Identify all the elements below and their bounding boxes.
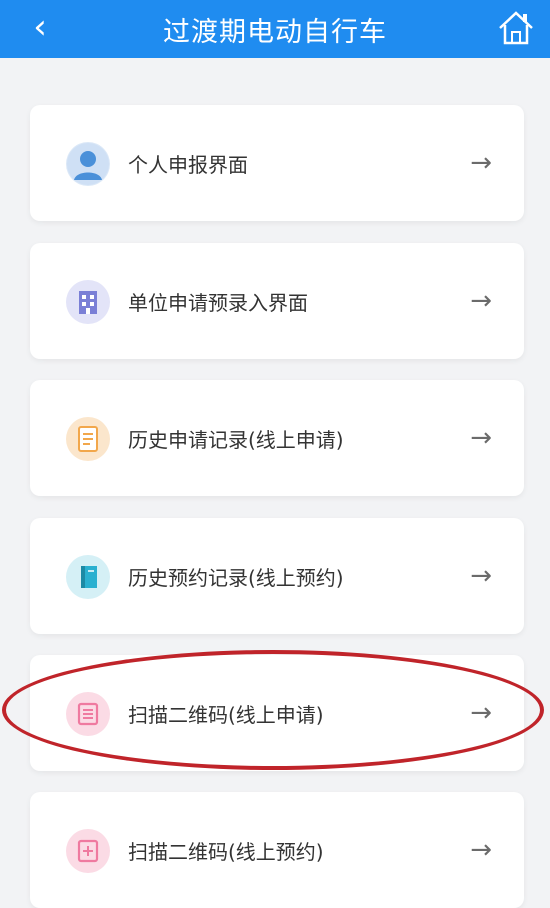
menu-item-label: 扫描二维码(线上预约)	[128, 839, 324, 864]
arrow-right-icon: →	[470, 148, 492, 178]
app-header: ‹ 过渡期电动自行车	[0, 0, 550, 58]
menu-item-label: 历史预约记录(线上预约)	[128, 565, 344, 590]
arrow-right-icon: →	[470, 835, 492, 865]
building-icon	[66, 280, 110, 324]
menu-item-label: 扫描二维码(线上申请)	[128, 702, 324, 727]
person-avatar-icon	[66, 142, 110, 186]
page-title: 过渡期电动自行车	[163, 16, 387, 48]
arrow-right-icon: →	[470, 698, 492, 728]
menu-item-label: 单位申请预录入界面	[128, 290, 308, 315]
back-button[interactable]: ‹	[18, 4, 62, 50]
arrow-right-icon: →	[470, 423, 492, 453]
qr-scan-icon	[66, 692, 110, 736]
menu-item-application-history[interactable]: 历史申请记录(线上申请) →	[30, 380, 524, 496]
menu-item-scan-qr-application[interactable]: 扫描二维码(线上申请) →	[30, 655, 524, 771]
arrow-right-icon: →	[470, 286, 492, 316]
arrow-right-icon: →	[470, 561, 492, 591]
home-icon	[499, 11, 533, 45]
document-icon	[66, 417, 110, 461]
book-icon	[66, 555, 110, 599]
menu-item-label: 历史申请记录(线上申请)	[128, 427, 344, 452]
menu-item-scan-qr-appointment[interactable]: 扫描二维码(线上预约) →	[30, 792, 524, 908]
chevron-left-icon: ‹	[33, 7, 47, 47]
menu-item-personal-declaration[interactable]: 个人申报界面 →	[30, 105, 524, 221]
qr-scan-icon	[66, 829, 110, 873]
menu-item-appointment-history[interactable]: 历史预约记录(线上预约) →	[30, 518, 524, 634]
menu-item-label: 个人申报界面	[128, 152, 248, 177]
home-button[interactable]	[494, 6, 538, 50]
menu-item-unit-pre-entry[interactable]: 单位申请预录入界面 →	[30, 243, 524, 359]
